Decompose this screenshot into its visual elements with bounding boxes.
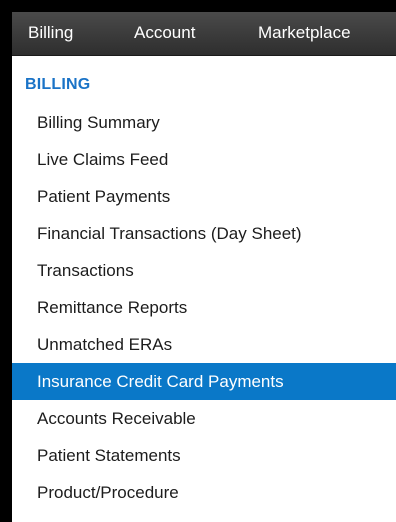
billing-menu-window: Billing Account Marketplace BILLING Bill…	[0, 0, 396, 522]
nav-tab-marketplace[interactable]: Marketplace	[258, 23, 351, 43]
billing-menu-list: Billing Summary Live Claims Feed Patient…	[12, 104, 396, 511]
menu-item-transactions[interactable]: Transactions	[12, 252, 396, 289]
menu-item-live-claims-feed[interactable]: Live Claims Feed	[12, 141, 396, 178]
menu-item-billing-summary[interactable]: Billing Summary	[12, 104, 396, 141]
menu-item-patient-payments[interactable]: Patient Payments	[12, 178, 396, 215]
section-title-billing: BILLING	[25, 76, 91, 93]
menu-item-product-procedure[interactable]: Product/Procedure	[12, 474, 396, 511]
menu-item-remittance-reports[interactable]: Remittance Reports	[12, 289, 396, 326]
menu-item-unmatched-eras[interactable]: Unmatched ERAs	[12, 326, 396, 363]
top-nav-bar: Billing Account Marketplace	[12, 12, 396, 56]
billing-dropdown-menu: BILLING Billing Summary Live Claims Feed…	[12, 56, 396, 522]
menu-item-patient-statements[interactable]: Patient Statements	[12, 437, 396, 474]
menu-item-financial-transactions[interactable]: Financial Transactions (Day Sheet)	[12, 215, 396, 252]
nav-tab-account[interactable]: Account	[134, 23, 195, 43]
menu-item-insurance-credit-card-payments[interactable]: Insurance Credit Card Payments	[12, 363, 396, 400]
nav-tab-billing[interactable]: Billing	[28, 23, 73, 43]
left-border	[0, 0, 12, 522]
menu-item-accounts-receivable[interactable]: Accounts Receivable	[12, 400, 396, 437]
